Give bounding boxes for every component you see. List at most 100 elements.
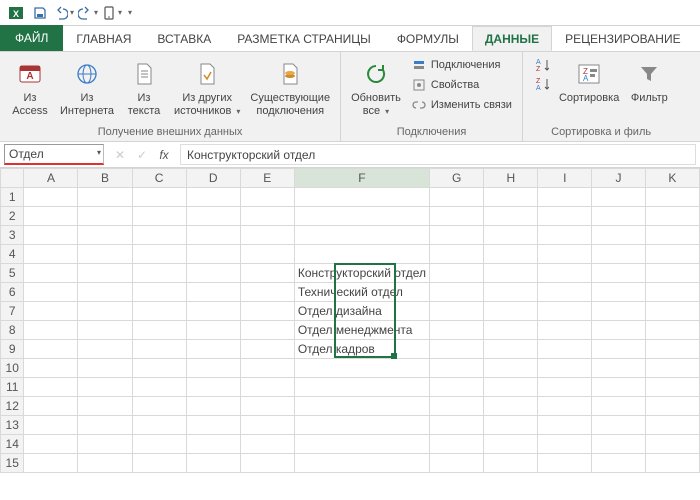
cell-K3[interactable] — [645, 226, 699, 245]
cell-A10[interactable] — [24, 359, 78, 378]
cell-I3[interactable] — [538, 226, 592, 245]
cell-F3[interactable] — [294, 226, 429, 245]
cell-F12[interactable] — [294, 397, 429, 416]
cell-J3[interactable] — [592, 226, 646, 245]
cell-G8[interactable] — [430, 321, 484, 340]
cell-C9[interactable] — [132, 340, 186, 359]
cell-A3[interactable] — [24, 226, 78, 245]
cell-A2[interactable] — [24, 207, 78, 226]
cell-G12[interactable] — [430, 397, 484, 416]
cell-K15[interactable] — [645, 454, 699, 473]
cell-A4[interactable] — [24, 245, 78, 264]
cell-J10[interactable] — [592, 359, 646, 378]
undo-icon[interactable]: ▾ — [54, 3, 74, 23]
cell-F11[interactable] — [294, 378, 429, 397]
enter-formula-button[interactable]: ✓ — [132, 148, 152, 162]
from-web-button[interactable]: ИзИнтернета — [58, 56, 116, 117]
cell-E10[interactable] — [240, 359, 294, 378]
cell-B1[interactable] — [78, 188, 132, 207]
row-header-8[interactable]: 8 — [1, 321, 24, 340]
row-header-5[interactable]: 5 — [1, 264, 24, 283]
cell-F9[interactable]: Отдел кадров — [294, 340, 429, 359]
save-icon[interactable] — [30, 3, 50, 23]
cell-I7[interactable] — [538, 302, 592, 321]
cell-H9[interactable] — [484, 340, 538, 359]
cell-G13[interactable] — [430, 416, 484, 435]
cell-C10[interactable] — [132, 359, 186, 378]
cell-A1[interactable] — [24, 188, 78, 207]
cell-J11[interactable] — [592, 378, 646, 397]
cell-F13[interactable] — [294, 416, 429, 435]
cell-A5[interactable] — [24, 264, 78, 283]
cell-D2[interactable] — [186, 207, 240, 226]
fx-button[interactable]: fx — [154, 148, 174, 162]
cell-C14[interactable] — [132, 435, 186, 454]
cell-E14[interactable] — [240, 435, 294, 454]
row-header-7[interactable]: 7 — [1, 302, 24, 321]
row-header-10[interactable]: 10 — [1, 359, 24, 378]
connections-button[interactable]: Подключения — [409, 56, 514, 74]
cell-C6[interactable] — [132, 283, 186, 302]
chevron-down-icon[interactable]: ▾ — [97, 148, 101, 157]
cell-K9[interactable] — [645, 340, 699, 359]
cell-I5[interactable] — [538, 264, 592, 283]
properties-button[interactable]: Свойства — [409, 76, 514, 94]
cell-F6[interactable]: Технический отдел — [294, 283, 429, 302]
cell-D1[interactable] — [186, 188, 240, 207]
cell-A15[interactable] — [24, 454, 78, 473]
sort-button[interactable]: ZA Сортировка — [557, 56, 621, 105]
cell-H11[interactable] — [484, 378, 538, 397]
cell-A11[interactable] — [24, 378, 78, 397]
tab-home[interactable]: ГЛАВНАЯ — [63, 26, 144, 51]
cell-C13[interactable] — [132, 416, 186, 435]
cell-J5[interactable] — [592, 264, 646, 283]
cell-K11[interactable] — [645, 378, 699, 397]
cell-G5[interactable] — [430, 264, 484, 283]
cell-A14[interactable] — [24, 435, 78, 454]
cell-B7[interactable] — [78, 302, 132, 321]
cell-H13[interactable] — [484, 416, 538, 435]
cell-D6[interactable] — [186, 283, 240, 302]
cell-B10[interactable] — [78, 359, 132, 378]
cell-H8[interactable] — [484, 321, 538, 340]
tab-formulas[interactable]: ФОРМУЛЫ — [384, 26, 472, 51]
cell-C1[interactable] — [132, 188, 186, 207]
cell-H12[interactable] — [484, 397, 538, 416]
cell-E6[interactable] — [240, 283, 294, 302]
cell-E1[interactable] — [240, 188, 294, 207]
cell-G10[interactable] — [430, 359, 484, 378]
cell-F10[interactable] — [294, 359, 429, 378]
cell-I14[interactable] — [538, 435, 592, 454]
col-header-B[interactable]: B — [78, 169, 132, 188]
col-header-I[interactable]: I — [538, 169, 592, 188]
cell-D14[interactable] — [186, 435, 240, 454]
cell-J2[interactable] — [592, 207, 646, 226]
cell-H2[interactable] — [484, 207, 538, 226]
cell-E8[interactable] — [240, 321, 294, 340]
cell-J9[interactable] — [592, 340, 646, 359]
sort-az-button[interactable]: AZ — [531, 56, 551, 74]
cell-E3[interactable] — [240, 226, 294, 245]
col-header-F[interactable]: F — [294, 169, 429, 188]
cell-B13[interactable] — [78, 416, 132, 435]
row-header-1[interactable]: 1 — [1, 188, 24, 207]
cell-F5[interactable]: Конструкторский отдел — [294, 264, 429, 283]
redo-icon[interactable]: ▾ — [78, 3, 98, 23]
cell-I10[interactable] — [538, 359, 592, 378]
cell-G14[interactable] — [430, 435, 484, 454]
tab-page-layout[interactable]: РАЗМЕТКА СТРАНИЦЫ — [224, 26, 384, 51]
cell-I2[interactable] — [538, 207, 592, 226]
cell-G2[interactable] — [430, 207, 484, 226]
cell-D8[interactable] — [186, 321, 240, 340]
cell-J7[interactable] — [592, 302, 646, 321]
cell-D12[interactable] — [186, 397, 240, 416]
cell-H5[interactable] — [484, 264, 538, 283]
cell-I8[interactable] — [538, 321, 592, 340]
cell-A8[interactable] — [24, 321, 78, 340]
formula-input[interactable]: Конструкторский отдел — [180, 144, 696, 165]
row-header-4[interactable]: 4 — [1, 245, 24, 264]
cell-C5[interactable] — [132, 264, 186, 283]
row-header-3[interactable]: 3 — [1, 226, 24, 245]
cancel-formula-button[interactable]: ✕ — [110, 148, 130, 162]
col-header-J[interactable]: J — [592, 169, 646, 188]
